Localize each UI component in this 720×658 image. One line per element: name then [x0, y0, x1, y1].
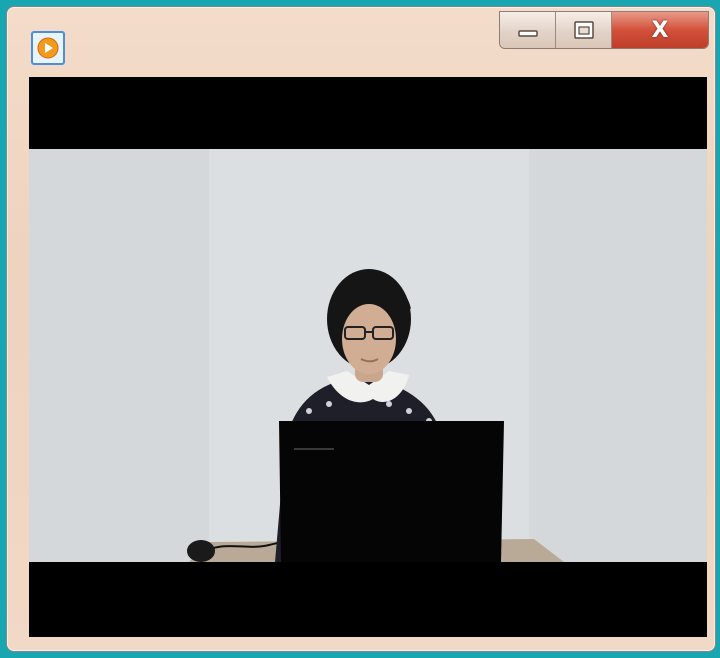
video-viewport[interactable] — [29, 77, 707, 637]
maximize-icon — [573, 21, 594, 39]
minimize-button[interactable] — [500, 12, 556, 48]
window-controls: X — [499, 11, 709, 49]
close-button[interactable]: X — [612, 12, 708, 48]
title-bar[interactable]: X — [7, 7, 715, 71]
maximize-button[interactable] — [556, 12, 612, 48]
video-scene — [29, 149, 707, 562]
close-icon: X — [651, 17, 669, 43]
play-icon[interactable] — [31, 31, 65, 65]
player-window: X — [6, 6, 716, 652]
video-frame — [29, 149, 707, 562]
minimize-icon — [517, 30, 538, 37]
